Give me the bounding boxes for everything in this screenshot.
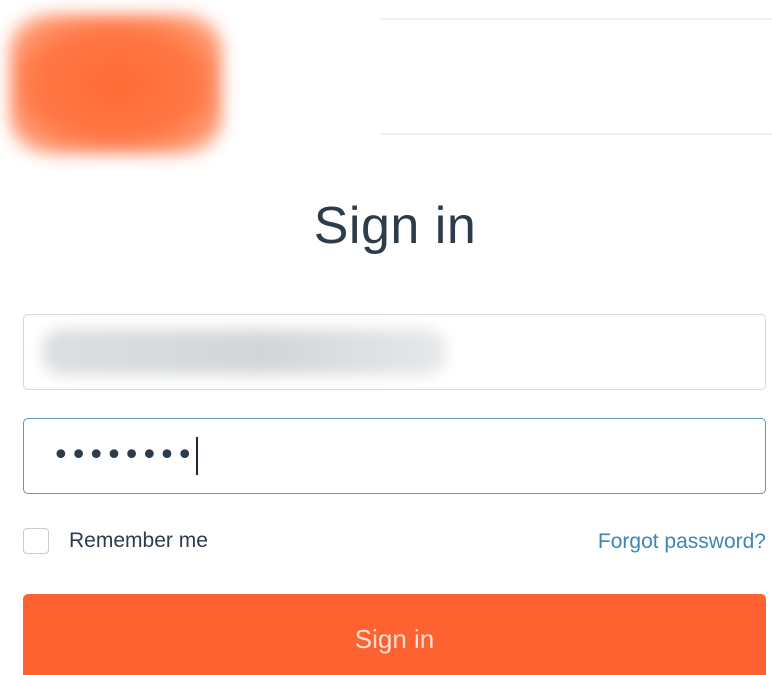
remember-me-label[interactable]: Remember me — [69, 529, 208, 553]
redacted-username-value — [42, 329, 446, 375]
remember-me-checkbox[interactable] — [23, 528, 49, 554]
brand-logo — [10, 14, 222, 154]
password-field[interactable]: •••••••• — [23, 418, 766, 494]
page-title: Sign in — [313, 197, 477, 255]
username-field[interactable] — [23, 314, 766, 390]
remember-me-row[interactable]: Remember me — [23, 528, 208, 554]
sign-in-button[interactable]: Sign in — [23, 594, 766, 675]
login-page: Sign in •••••••• Remember me Forgot pass… — [0, 0, 772, 675]
text-caret — [195, 437, 198, 475]
header-bar — [380, 18, 772, 135]
password-value: •••••••• — [52, 431, 198, 481]
password-mask: •••••••• — [52, 438, 194, 473]
forgot-password-link[interactable]: Forgot password? — [598, 530, 766, 554]
